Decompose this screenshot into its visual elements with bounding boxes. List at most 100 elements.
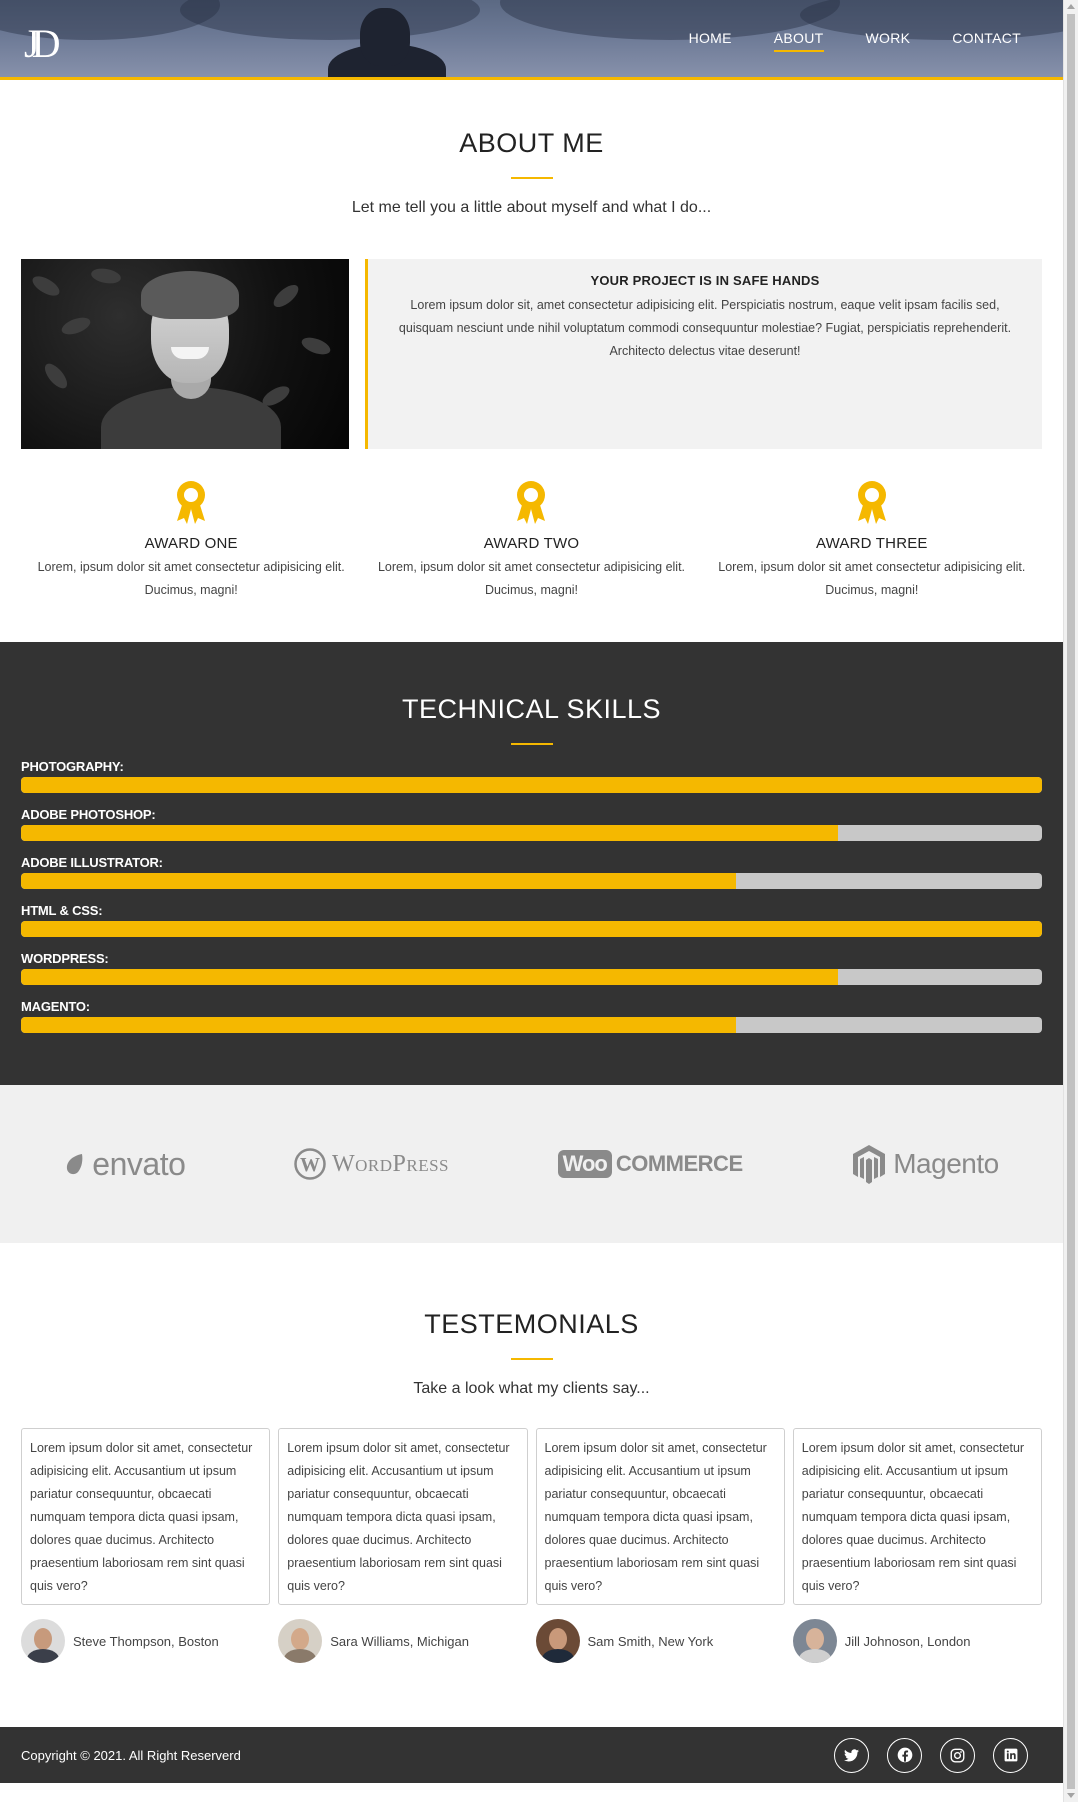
partner-magento: Magento xyxy=(851,1144,999,1184)
about-row: YOUR PROJECT IS IN SAFE HANDS Lorem ipsu… xyxy=(21,259,1042,449)
social-links xyxy=(834,1737,1028,1773)
skill-item: WORDPRESS: xyxy=(21,951,1042,985)
scrollbar-thumb[interactable] xyxy=(1067,14,1075,1789)
woocommerce-logo-icon: Woo xyxy=(557,1150,612,1178)
awards-row: AWARD ONE Lorem, ipsum dolor sit amet co… xyxy=(21,479,1042,602)
testimonial: Lorem ipsum dolor sit amet, consectetur … xyxy=(21,1428,271,1663)
avatar xyxy=(278,1619,323,1663)
skill-item: ADOBE ILLUSTRATOR: xyxy=(21,855,1042,889)
skill-list: PHOTOGRAPHY: ADOBE PHOTOSHOP: ADOBE ILLU… xyxy=(21,759,1042,1033)
title-underline xyxy=(510,743,553,745)
about-card-title: YOUR PROJECT IS IN SAFE HANDS xyxy=(590,273,820,288)
award-text: Lorem, ipsum dolor sit amet consectetur … xyxy=(718,560,1026,597)
instagram-icon xyxy=(950,1748,965,1762)
skill-item: PHOTOGRAPHY: xyxy=(21,759,1042,793)
skill-label: HTML & CSS: xyxy=(21,903,103,918)
about-title: ABOUT ME xyxy=(459,128,604,158)
skill-item: ADOBE PHOTOSHOP: xyxy=(21,807,1042,841)
facebook-icon xyxy=(897,1747,912,1763)
page-scrollbar[interactable] xyxy=(1063,0,1078,1802)
linkedin-link[interactable] xyxy=(993,1737,1028,1773)
skills-title: TECHNICAL SKILLS xyxy=(401,694,662,724)
author-name: Steve Thompson, Boston xyxy=(73,1633,219,1649)
envato-leaf-icon xyxy=(67,1154,83,1175)
award-ribbon-icon xyxy=(857,481,886,524)
about-subtitle: Let me tell you a little about myself an… xyxy=(351,199,712,216)
skill-label: ADOBE PHOTOSHOP: xyxy=(21,807,156,822)
testimonial-text: Lorem ipsum dolor sit amet, consectetur … xyxy=(278,1428,528,1605)
partner-wordpress: W WordPress xyxy=(294,1148,449,1180)
about-section: ABOUT ME Let me tell you a little about … xyxy=(0,80,1063,602)
nav-home[interactable]: HOME xyxy=(689,30,732,52)
wordpress-logo-icon: W xyxy=(294,1148,326,1180)
award-item: AWARD ONE Lorem, ipsum dolor sit amet co… xyxy=(21,479,361,602)
author-name: Sam Smith, New York xyxy=(587,1633,714,1649)
avatar xyxy=(21,1619,65,1663)
main-nav: HOME ABOUT WORK CONTACT xyxy=(689,30,1021,52)
nav-about[interactable]: ABOUT xyxy=(773,30,824,52)
nav-contact[interactable]: CONTACT xyxy=(952,30,1021,52)
testimonials-subtitle: Take a look what my clients say... xyxy=(413,1380,650,1397)
profile-photo xyxy=(21,259,349,449)
about-card-text: Lorem ipsum dolor sit, amet consectetur … xyxy=(398,298,1012,358)
scroll-down-arrow-icon[interactable] xyxy=(1067,1793,1075,1798)
testimonial: Lorem ipsum dolor sit amet, consectetur … xyxy=(535,1428,785,1663)
testimonial: Lorem ipsum dolor sit amet, consectetur … xyxy=(792,1428,1042,1663)
twitter-icon xyxy=(844,1748,859,1761)
skills-section: TECHNICAL SKILLS PHOTOGRAPHY: ADOBE PHOT… xyxy=(0,642,1063,1085)
award-item: AWARD TWO Lorem, ipsum dolor sit amet co… xyxy=(361,479,701,602)
author-name: Jill Johnoson, London xyxy=(844,1633,971,1649)
skill-label: PHOTOGRAPHY: xyxy=(21,759,124,774)
skill-bar-fill xyxy=(21,921,1042,937)
skill-bar xyxy=(21,1017,1042,1033)
skill-bar-fill xyxy=(21,777,1042,793)
nav-work[interactable]: WORK xyxy=(866,30,911,52)
site-header: JD HOME ABOUT WORK CONTACT xyxy=(0,0,1063,80)
award-ribbon-icon xyxy=(177,481,206,524)
testimonials-section: TESTEMONIALS Take a look what my clients… xyxy=(0,1243,1063,1727)
testimonial: Lorem ipsum dolor sit amet, consectetur … xyxy=(278,1428,528,1663)
page: JD HOME ABOUT WORK CONTACT ABOUT ME Let … xyxy=(0,0,1063,1783)
award-item: AWARD THREE Lorem, ipsum dolor sit amet … xyxy=(702,479,1042,602)
award-ribbon-icon xyxy=(517,481,546,524)
skill-item: HTML & CSS: xyxy=(21,903,1042,937)
facebook-link[interactable] xyxy=(887,1737,922,1773)
skill-bar-fill xyxy=(21,969,838,985)
testimonial-author: Steve Thompson, Boston xyxy=(21,1619,270,1663)
instagram-link[interactable] xyxy=(940,1737,975,1773)
testimonial-author: Jill Johnoson, London xyxy=(792,1619,1042,1663)
skill-label: ADOBE ILLUSTRATOR: xyxy=(21,855,163,870)
award-text: Lorem, ipsum dolor sit amet consectetur … xyxy=(377,560,686,597)
linkedin-icon xyxy=(1004,1748,1017,1762)
skill-bar xyxy=(21,969,1042,985)
skill-label: WORDPRESS: xyxy=(21,951,109,966)
partner-envato: envato xyxy=(64,1146,186,1183)
testimonials-grid: Lorem ipsum dolor sit amet, consectetur … xyxy=(21,1428,1042,1663)
about-card: YOUR PROJECT IS IN SAFE HANDS Lorem ipsu… xyxy=(365,259,1042,449)
skill-label: MAGENTO: xyxy=(21,999,90,1014)
twitter-link[interactable] xyxy=(834,1737,869,1773)
testimonial-text: Lorem ipsum dolor sit amet, consectetur … xyxy=(21,1428,271,1605)
testimonial-author: Sara Williams, Michigan xyxy=(278,1619,527,1663)
skill-bar xyxy=(21,873,1042,889)
award-title: AWARD THREE xyxy=(815,535,928,552)
skill-item: MAGENTO: xyxy=(21,999,1042,1033)
skill-bar xyxy=(21,921,1042,937)
svg-text:W: W xyxy=(300,1154,320,1176)
copyright: Copyright © 2021. All Right Reserverd xyxy=(21,1747,241,1763)
scroll-up-arrow-icon[interactable] xyxy=(1067,4,1075,9)
skill-bar-fill xyxy=(21,1017,736,1033)
testimonials-title: TESTEMONIALS xyxy=(424,1309,639,1339)
award-text: Lorem, ipsum dolor sit amet consectetur … xyxy=(37,560,345,597)
testimonial-text: Lorem ipsum dolor sit amet, consectetur … xyxy=(535,1428,785,1605)
award-title: AWARD ONE xyxy=(144,535,238,552)
site-logo[interactable]: JD xyxy=(24,20,61,67)
magento-logo-icon xyxy=(853,1145,886,1184)
testimonial-author: Sam Smith, New York xyxy=(535,1619,785,1663)
skill-bar-fill xyxy=(21,873,736,889)
avatar xyxy=(535,1619,580,1663)
site-footer: Copyright © 2021. All Right Reserverd xyxy=(0,1727,1063,1783)
avatar xyxy=(792,1619,837,1663)
skill-bar-fill xyxy=(21,825,838,841)
author-name: Sara Williams, Michigan xyxy=(330,1633,469,1649)
